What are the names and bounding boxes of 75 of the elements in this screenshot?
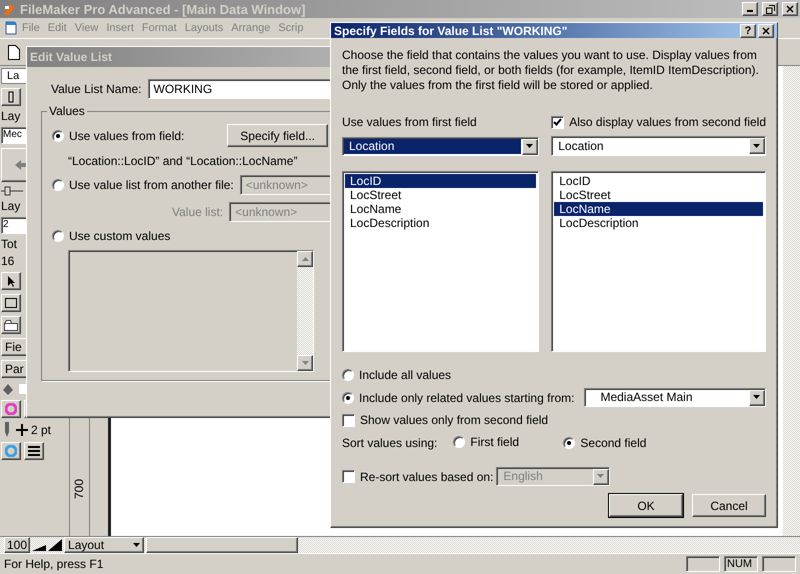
list-item[interactable]: LocID <box>345 174 536 188</box>
option-label: Include only related values starting from: <box>359 390 574 404</box>
field-label: Value List Name: <box>51 82 142 96</box>
option-label: Second field <box>580 436 646 450</box>
checkbox[interactable] <box>342 414 355 426</box>
list-item[interactable]: LocDescription <box>554 216 763 230</box>
color-wheel-icon[interactable] <box>1 400 21 418</box>
list-item[interactable]: LocStreet <box>554 188 763 202</box>
specify-field-button[interactable]: Specify field... <box>227 124 328 147</box>
cancel-button[interactable]: Cancel <box>692 494 766 517</box>
line-width-label: 2 pt <box>31 424 52 436</box>
restore-button[interactable] <box>762 2 778 16</box>
group-label: Values <box>47 104 87 118</box>
vertical-scrollbar[interactable] <box>783 66 800 536</box>
scroll-down-icon[interactable] <box>297 355 313 371</box>
ok-button[interactable]: OK <box>609 494 683 517</box>
radio-button[interactable] <box>453 436 466 448</box>
radio-button[interactable] <box>52 230 64 242</box>
close-icon <box>762 26 770 34</box>
status-cell <box>762 556 796 572</box>
restore-icon <box>766 4 774 14</box>
status-cell <box>686 556 720 572</box>
minimize-button[interactable] <box>742 2 758 16</box>
checkbox-label: Also display values from second field <box>569 115 766 129</box>
mode-dropdown[interactable]: Layout <box>64 537 144 553</box>
folder-tool-icon[interactable] <box>1 316 21 334</box>
checkbox-label: Re-sort values based on: <box>360 470 494 484</box>
zoom-level[interactable]: 100 <box>4 537 30 553</box>
help-button[interactable]: ? <box>740 24 756 38</box>
radio-button[interactable] <box>52 130 64 142</box>
new-page-icon[interactable] <box>8 44 20 60</box>
field-label: Value list: <box>172 205 224 219</box>
second-table-dropdown[interactable]: Location <box>551 136 766 156</box>
field-summary: “Location::LocID” and “Location::LocName” <box>67 154 298 168</box>
caret-icon <box>133 543 140 547</box>
first-table-dropdown[interactable]: Location <box>342 137 540 156</box>
status-text: For Help, press F1 <box>4 557 104 571</box>
num-lock-indicator: NUM <box>724 556 758 572</box>
total-count: 16 <box>1 255 16 268</box>
list-item[interactable]: LocID <box>554 174 763 188</box>
sort-label: Sort values using: <box>342 436 438 450</box>
custom-values-field[interactable] <box>68 250 314 372</box>
horizontal-scrollbar[interactable] <box>146 537 298 553</box>
dialog-title: Specify Fields for Value List "WORKING" <box>334 24 568 38</box>
radio-button[interactable] <box>342 369 354 381</box>
close-button[interactable] <box>782 2 798 16</box>
close-button[interactable] <box>758 24 774 38</box>
option-label: Use values from field: <box>69 128 184 142</box>
document-icon <box>4 21 18 35</box>
color-wheel-icon[interactable] <box>1 442 21 460</box>
ruler-label: 700 <box>72 478 86 500</box>
checkbox[interactable] <box>342 470 355 483</box>
window-title: FileMaker Pro Advanced - [Main Data Window] <box>20 2 306 16</box>
line-weight-icon[interactable] <box>24 442 44 460</box>
radio-button[interactable] <box>342 392 354 404</box>
option-label: Use custom values <box>69 229 170 243</box>
rectangle-tool-icon[interactable] <box>1 294 21 312</box>
first-field-label: Use values from first field <box>342 115 478 130</box>
slider-icon[interactable] <box>1 186 23 196</box>
related-table-dropdown[interactable]: MediaAsset Main <box>584 388 766 407</box>
page-label: Lay <box>1 200 22 213</box>
pointer-tool-icon[interactable] <box>1 88 21 106</box>
option-label: Include all values <box>359 368 452 382</box>
radio-button[interactable] <box>563 437 576 449</box>
close-icon <box>786 5 794 13</box>
cross-icon[interactable] <box>16 424 28 436</box>
total-label: Tot <box>1 238 18 251</box>
option-label: First field <box>470 435 520 449</box>
checkbox[interactable] <box>551 116 564 128</box>
checkbox-label: Show values only from second field <box>360 413 548 427</box>
app-logo-icon <box>2 2 16 16</box>
list-item[interactable]: LocName <box>554 202 763 216</box>
radio-button[interactable] <box>52 179 64 191</box>
scroll-up-icon[interactable] <box>297 251 313 267</box>
option-label: Use value list from another file: <box>69 178 234 192</box>
